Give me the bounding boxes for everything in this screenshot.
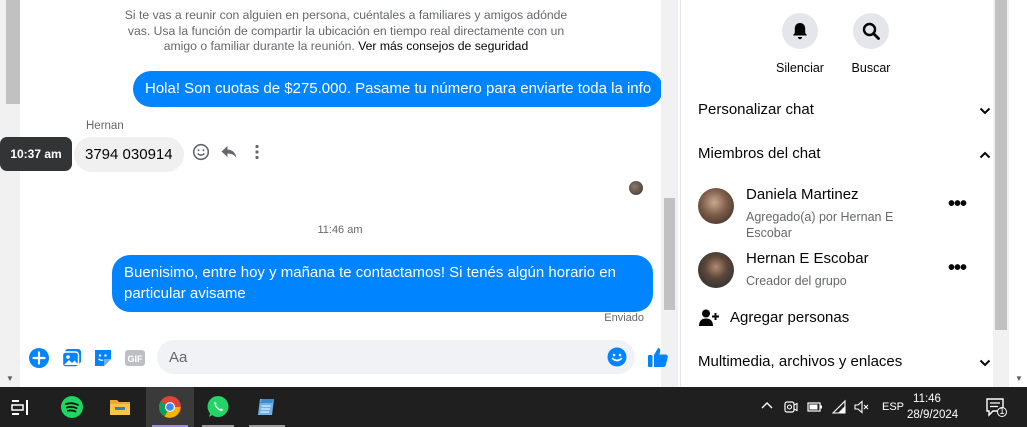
clock-time: 11:46: [913, 393, 941, 405]
chat-scrollbar-thumb[interactable]: [664, 198, 675, 310]
mute-action[interactable]: Silenciar: [760, 13, 840, 75]
language-indicator[interactable]: ESP: [882, 401, 904, 413]
outgoing-message[interactable]: Hola! Son cuotas de $275.000. Pasame tu …: [133, 71, 664, 107]
info-scrollbar[interactable]: [993, 0, 1009, 387]
plus-icon[interactable]: [28, 347, 50, 369]
like-icon[interactable]: [647, 346, 669, 368]
member-name: Daniela Martinez: [746, 186, 859, 203]
camera-icon[interactable]: [783, 399, 799, 418]
media-files-label: Multimedia, archivos y enlaces: [698, 353, 903, 370]
chat-info-panel: Silenciar Buscar Personalizar chat Miemb…: [681, 0, 1027, 387]
message-time-tooltip: 10:37 am: [0, 137, 72, 171]
photo-icon[interactable]: [61, 347, 83, 369]
bell-icon[interactable]: [782, 13, 818, 49]
avatar[interactable]: [698, 188, 734, 224]
add-person-icon: [699, 309, 719, 326]
battery-icon[interactable]: [806, 399, 824, 418]
member-options-icon[interactable]: •••: [948, 193, 967, 216]
member-subtitle: Creador del grupo: [746, 274, 847, 288]
message-actions: [192, 143, 266, 161]
whatsapp-icon[interactable]: [206, 395, 230, 419]
info-scrollbar-thumb[interactable]: [995, 0, 1007, 330]
svg-text:GIF: GIF: [128, 354, 144, 364]
member-options-icon[interactable]: •••: [948, 257, 967, 280]
search-icon[interactable]: [853, 13, 889, 49]
task-view-icon[interactable]: [8, 395, 32, 419]
chevron-up-icon[interactable]: [760, 399, 774, 416]
sender-name: Hernan: [86, 120, 124, 132]
page-scrollbar-thumb[interactable]: [6, 0, 20, 104]
chat-members-label: Miembros del chat: [698, 145, 821, 162]
notifications-icon[interactable]: 1: [985, 397, 1007, 420]
page-scrollbar[interactable]: ▼: [0, 0, 20, 387]
window-scrollbar[interactable]: ▼: [1009, 0, 1027, 387]
media-files-section[interactable]: Multimedia, archivos y enlaces: [698, 353, 991, 370]
message-input[interactable]: [157, 340, 635, 374]
safety-tips-link[interactable]: Ver más consejos de seguridad: [358, 39, 528, 53]
chevron-down-icon: [979, 359, 991, 367]
wifi-icon[interactable]: [831, 399, 847, 418]
chat-pane: ▼ Si te vas a reunir con alguien en pers…: [0, 0, 680, 387]
windows-taskbar: ESP 11:46 28/9/2024 1: [0, 387, 1027, 427]
volume-muted-icon[interactable]: [853, 399, 869, 418]
outgoing-message[interactable]: Buenisimo, entre hoy y mañana te contact…: [112, 255, 653, 312]
search-action[interactable]: Buscar: [831, 13, 911, 75]
chrome-icon[interactable]: [158, 395, 182, 419]
mute-label: Silenciar: [776, 61, 824, 75]
file-explorer-icon[interactable]: [108, 395, 132, 419]
system-clock[interactable]: 11:46 28/9/2024: [907, 391, 959, 423]
member-name: Hernan E Escobar: [746, 250, 869, 267]
add-people-label: Agregar personas: [730, 309, 850, 326]
spotify-icon[interactable]: [60, 395, 84, 419]
notepad-icon[interactable]: [255, 395, 279, 419]
more-options-icon[interactable]: [248, 143, 266, 161]
customize-chat-label: Personalizar chat: [698, 101, 814, 118]
chevron-up-icon: [979, 151, 991, 159]
member-subtitle: Agregado(a) por Hernan E Escobar: [746, 210, 894, 240]
chat-members-section[interactable]: Miembros del chat: [698, 145, 991, 162]
react-emoji-icon[interactable]: [192, 143, 210, 161]
chat-scrollbar[interactable]: [661, 0, 678, 387]
notification-count: 1: [999, 406, 1005, 416]
message-status: Enviado: [604, 312, 644, 324]
customize-chat-section[interactable]: Personalizar chat: [698, 101, 991, 118]
sticker-icon[interactable]: [92, 347, 114, 369]
emoji-icon[interactable]: [607, 347, 627, 367]
clock-date: 28/9/2024: [907, 409, 959, 421]
screen: ▼ Si te vas a reunir con alguien en pers…: [0, 0, 1027, 427]
chevron-down-icon: [979, 107, 991, 115]
message-composer: GIF: [20, 338, 680, 378]
reply-icon[interactable]: [220, 143, 238, 161]
time-separator: 11:46 am: [317, 224, 363, 236]
incoming-message[interactable]: 3794 030914: [74, 137, 184, 172]
gif-icon[interactable]: GIF: [124, 347, 146, 369]
read-receipt-avatar: [629, 181, 643, 195]
scroll-down-arrow-icon[interactable]: ▼: [6, 374, 14, 383]
safety-notice: Si te vas a reunir con alguien en person…: [116, 8, 576, 55]
scroll-down-arrow-icon[interactable]: ▼: [1015, 374, 1023, 383]
avatar[interactable]: [698, 252, 734, 288]
search-label: Buscar: [851, 61, 891, 75]
